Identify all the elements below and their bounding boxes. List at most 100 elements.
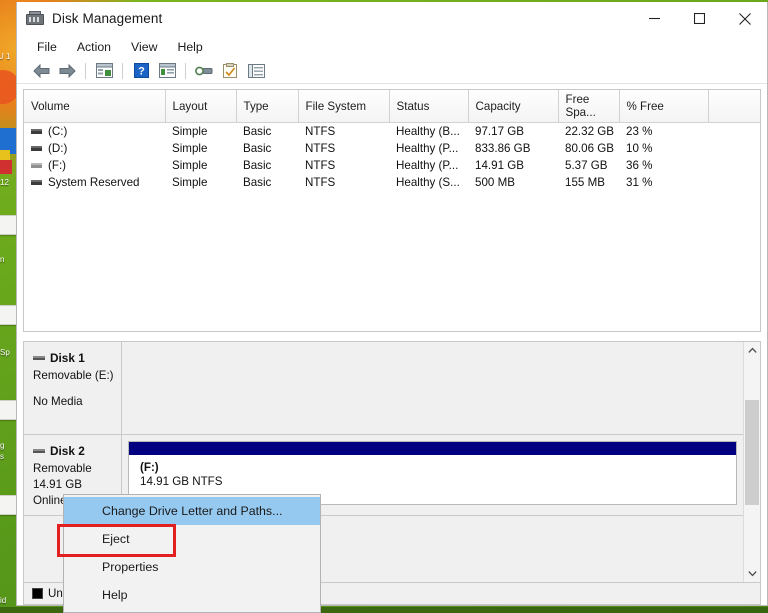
ctx-eject[interactable]: Eject [64, 525, 320, 553]
help-icon[interactable]: ? [129, 60, 153, 82]
desktop-icon-label: Sp [0, 348, 10, 357]
column-header-volume[interactable]: Volume [24, 90, 166, 123]
volume-label: (D:) [48, 142, 68, 155]
drive-icon [31, 128, 42, 134]
desktop-icon-label: n [0, 255, 5, 264]
partition-text: (F:) 14.91 GB NTFS [129, 455, 736, 488]
drive-icon [31, 145, 42, 151]
type-cell: Basic [243, 159, 272, 172]
show-hide-console-tree-icon[interactable] [92, 60, 116, 82]
file-system-cell: NTFS [305, 142, 336, 155]
chevron-up-icon[interactable] [744, 342, 760, 359]
column-header-spare[interactable] [708, 90, 760, 123]
volume-table: Volume Layout Type File System Status Ca… [24, 90, 760, 191]
back-icon[interactable] [29, 60, 53, 82]
disk-2-title: Disk 2 [33, 444, 121, 458]
partition-selection-bar [129, 442, 736, 455]
show-hide-action-pane-icon[interactable] [155, 60, 179, 82]
volume-cell: System Reserved [24, 174, 165, 191]
disk-icon [33, 448, 45, 453]
disk-1-title: Disk 1 [33, 351, 121, 365]
menu-view[interactable]: View [122, 38, 166, 56]
free-space-cell: 80.06 GB [565, 142, 614, 155]
status-cell: Healthy (P... [396, 142, 459, 155]
capacity-cell: 97.17 GB [475, 125, 524, 138]
desktop-icon-label: s [0, 452, 4, 461]
ctx-properties[interactable]: Properties [64, 553, 320, 581]
column-header-type[interactable]: Type [236, 90, 299, 123]
volume-cell: (F:) [24, 157, 165, 174]
column-header-capacity[interactable]: Capacity [468, 90, 559, 123]
spare-cell [708, 140, 760, 157]
drive-icon [31, 179, 42, 185]
column-header-status[interactable]: Status [389, 90, 469, 123]
window-title-bar: Disk Management [17, 2, 767, 35]
toolbar-separator [185, 62, 186, 79]
volume-cell: (D:) [24, 140, 165, 157]
chevron-down-icon[interactable] [744, 565, 760, 582]
forward-icon[interactable] [55, 60, 79, 82]
svg-text:?: ? [138, 66, 145, 78]
desktop-accent-shape-3 [0, 160, 12, 174]
free-space-cell: 22.32 GB [565, 125, 614, 138]
status-cell: Healthy (P... [396, 159, 459, 172]
list-view-icon[interactable] [244, 60, 268, 82]
drive-icon [31, 162, 42, 168]
capacity-cell: 833.86 GB [475, 142, 531, 155]
menu-file[interactable]: File [28, 38, 66, 56]
file-system-cell: NTFS [305, 176, 336, 189]
disk-2-title-label: Disk 2 [50, 444, 85, 458]
minimize-button[interactable] [632, 2, 677, 35]
volume-label: (F:) [48, 159, 67, 172]
context-menu[interactable]: Change Drive Letter and Paths... Eject P… [63, 494, 321, 613]
file-system-cell: NTFS [305, 125, 336, 138]
volume-list-pane[interactable]: Volume Layout Type File System Status Ca… [23, 89, 761, 332]
desktop-icon-label: id [0, 596, 7, 605]
column-header-percent-free[interactable]: % Free [619, 90, 709, 123]
table-row[interactable]: (D:) Simple Basic NTFS Healthy (P... 833… [24, 140, 760, 157]
unallocated-color-swatch [32, 588, 43, 599]
menu-help[interactable]: Help [168, 38, 211, 56]
disk-1-type: Removable (E:) [33, 369, 114, 382]
volume-label: (C:) [48, 125, 68, 138]
layout-cell: Simple [172, 176, 208, 189]
toolbar-separator [122, 62, 123, 79]
type-cell: Basic [243, 125, 272, 138]
ctx-help[interactable]: Help [64, 581, 320, 609]
properties-icon[interactable] [218, 60, 242, 82]
layout-cell: Simple [172, 125, 208, 138]
spare-cell [708, 157, 760, 174]
volume-cell: (C:) [24, 123, 165, 141]
disk-2-size: 14.91 GB [33, 478, 82, 491]
close-button[interactable] [722, 2, 767, 35]
disk-1-info: Disk 1 Removable (E:) No Media [24, 342, 122, 434]
desktop-icon-label: 12 [0, 178, 9, 187]
menu-action[interactable]: Action [68, 38, 120, 56]
rescan-disks-icon[interactable] [192, 60, 216, 82]
disk-row-disk-1[interactable]: Disk 1 Removable (E:) No Media [24, 342, 743, 435]
capacity-cell: 14.91 GB [475, 159, 524, 172]
desktop-icon-label: U 1 [0, 52, 11, 61]
scrollbar-thumb[interactable] [745, 400, 759, 505]
disk-1-title-label: Disk 1 [50, 351, 85, 365]
free-space-cell: 155 MB [565, 176, 605, 189]
toolbar-separator [85, 62, 86, 79]
layout-cell: Simple [172, 142, 208, 155]
disk-management-icon [26, 11, 44, 26]
menu-bar: File Action View Help [17, 35, 767, 58]
column-header-layout[interactable]: Layout [165, 90, 237, 123]
disk-1-graphic[interactable] [122, 342, 743, 434]
column-header-free-space[interactable]: Free Spa... [558, 90, 620, 123]
maximize-button[interactable] [677, 2, 722, 35]
volume-table-header-row: Volume Layout Type File System Status Ca… [24, 90, 760, 123]
volume-label: System Reserved [48, 176, 140, 189]
status-cell: Healthy (B... [396, 125, 460, 138]
table-row[interactable]: System Reserved Simple Basic NTFS Health… [24, 174, 760, 191]
ctx-change-drive-letter[interactable]: Change Drive Letter and Paths... [64, 497, 320, 525]
disk-pane-scrollbar[interactable] [743, 342, 760, 582]
partition-label: (F:) [140, 461, 159, 474]
type-cell: Basic [243, 142, 272, 155]
table-row[interactable]: (C:) Simple Basic NTFS Healthy (B... 97.… [24, 123, 760, 141]
table-row[interactable]: (F:) Simple Basic NTFS Healthy (P... 14.… [24, 157, 760, 174]
column-header-file-system[interactable]: File System [298, 90, 390, 123]
